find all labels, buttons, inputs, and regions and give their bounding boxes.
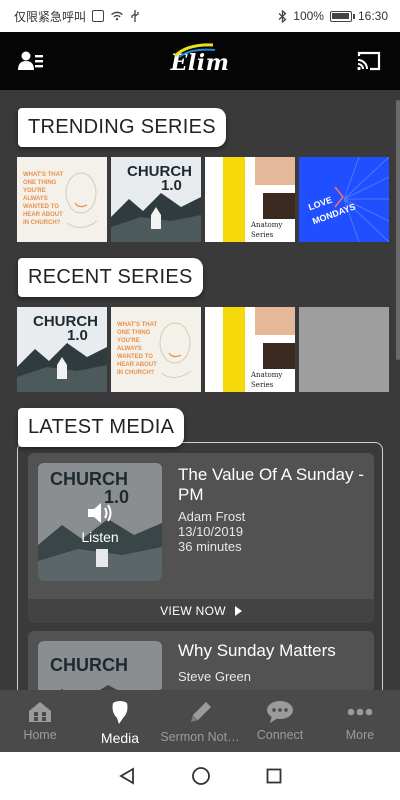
battery-icon — [329, 10, 355, 22]
thumb-text: CHURCH — [33, 313, 98, 330]
media-date: 13/10/2019 — [178, 524, 244, 539]
tab-label: Sermon Not… — [160, 730, 240, 744]
cast-icon[interactable] — [356, 50, 382, 72]
home-circle-icon[interactable] — [191, 766, 211, 786]
system-nav-bar — [0, 752, 400, 800]
play-triangle-icon — [234, 606, 242, 616]
face-sketch-icon — [65, 172, 98, 228]
carrier-text: 仅限紧急呼叫 — [14, 9, 87, 24]
tab-label: More — [345, 728, 375, 742]
app-header: Elim — [0, 32, 400, 90]
media-card[interactable]: CHURCH 1.0 Listen The Value Of A Sunday … — [28, 453, 374, 623]
clock: 16:30 — [357, 9, 388, 23]
tab-media[interactable]: Media — [80, 690, 160, 752]
mic-icon — [112, 701, 128, 724]
sim-icon — [92, 10, 105, 22]
home-scroll-content[interactable]: TRENDING SERIES WHAT'S THAT ONE THING YO… — [0, 90, 400, 690]
speaker-icon — [88, 503, 112, 523]
back-icon[interactable] — [118, 767, 136, 785]
scrollbar[interactable] — [396, 100, 400, 360]
thumb-text: Series — [251, 231, 274, 239]
elim-logo: Elim — [171, 43, 230, 76]
bluetooth-icon — [278, 9, 287, 23]
mountain-church-icon — [60, 685, 162, 690]
sunburst-icon — [334, 157, 389, 242]
logo-swoosh-icon — [173, 43, 215, 58]
listen-label: Listen — [81, 529, 119, 545]
wifi-icon — [111, 11, 123, 21]
media-artwork[interactable]: CHURCH 1.0 Listen — [38, 463, 162, 581]
usb-icon — [131, 10, 139, 22]
media-card[interactable]: CHURCH Why Sunday Matters Steve Green — [28, 631, 374, 690]
mountain-church-icon — [17, 343, 107, 392]
series-thumb-one-thing[interactable]: WHAT'S THAT ONE THING YOU'RE ALWAYS WANT… — [17, 157, 107, 242]
series-thumb-one-thing[interactable]: WHAT'S THAT ONE THING YOU'RE ALWAYS WANT… — [111, 307, 201, 392]
profile-list-icon[interactable] — [18, 50, 44, 72]
recent-series-row[interactable]: CHURCH 1.0 WHAT'S THAT ONE THING YOU'RE … — [17, 307, 389, 392]
pencil-icon — [191, 702, 211, 722]
series-thumb-anatomy[interactable]: Anatomy Series — [205, 307, 295, 392]
trending-series-row[interactable]: WHAT'S THAT ONE THING YOU'RE ALWAYS WANT… — [17, 157, 389, 242]
battery-percent: 100% — [293, 9, 324, 23]
media-title: Why Sunday Matters — [178, 641, 336, 660]
thumb-text: Anatomy — [251, 221, 283, 229]
media-artwork[interactable]: CHURCH — [38, 641, 162, 690]
more-dots-icon — [347, 708, 373, 716]
tab-connect[interactable]: Connect — [240, 690, 320, 752]
tab-more[interactable]: More — [320, 690, 400, 752]
tab-sermon-notes[interactable]: Sermon Not… — [160, 690, 240, 752]
media-speaker: Adam Frost — [178, 509, 246, 524]
recents-square-icon[interactable] — [266, 768, 282, 784]
media-duration: 36 minutes — [178, 539, 242, 554]
thumb-text: CHURCH — [127, 163, 192, 180]
media-title: The Value Of A Sunday - PM — [178, 465, 364, 504]
thumb-text: Anatomy — [251, 371, 283, 379]
series-thumb-church-1-0[interactable]: CHURCH 1.0 — [111, 157, 201, 242]
view-now-label: VIEW NOW — [160, 604, 226, 618]
thumb-text: CHURCH — [50, 655, 128, 675]
face-sketch-icon — [159, 322, 192, 378]
mountain-church-icon — [111, 193, 201, 242]
latest-media-panel: CHURCH 1.0 Listen The Value Of A Sunday … — [17, 442, 383, 690]
home-icon — [29, 702, 51, 722]
series-thumb-church-1-0[interactable]: CHURCH 1.0 — [17, 307, 107, 392]
series-thumb-love-mondays[interactable]: LOVE MONDAYS — [299, 157, 389, 242]
latest-media-heading: LATEST MEDIA — [18, 408, 185, 447]
chat-bubble-icon — [267, 701, 293, 723]
recent-series-heading: RECENT SERIES — [18, 258, 203, 297]
tab-label: Home — [23, 728, 57, 742]
tab-label: Connect — [256, 728, 304, 742]
trending-series-heading: TRENDING SERIES — [18, 108, 226, 147]
tab-label: Media — [100, 730, 140, 746]
thumb-text: Series — [251, 381, 274, 389]
series-thumb-anatomy[interactable]: Anatomy Series — [205, 157, 295, 242]
series-thumb-placeholder[interactable] — [299, 307, 389, 392]
media-speaker: Steve Green — [178, 669, 251, 684]
bottom-tab-bar: Home Media Sermon Not… Connect More — [0, 690, 400, 752]
status-bar: 仅限紧急呼叫 100% 16:30 — [0, 0, 400, 32]
tab-home[interactable]: Home — [0, 690, 80, 752]
view-now-button[interactable]: VIEW NOW — [28, 599, 374, 623]
